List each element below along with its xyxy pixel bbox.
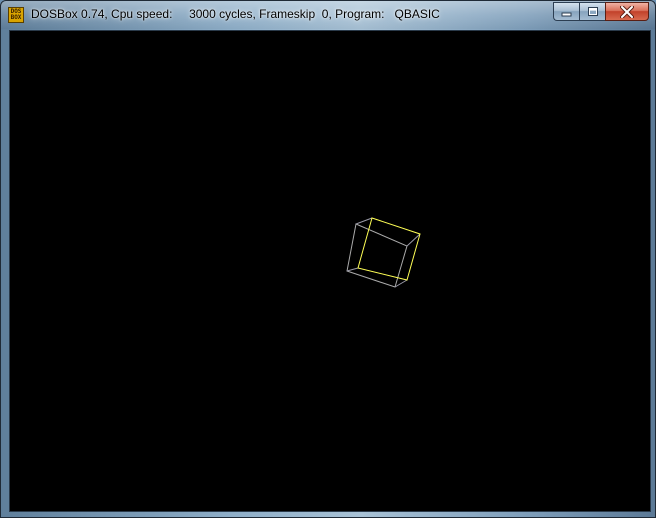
title-bar[interactable]: DOS BOX DOSBox 0.74, Cpu speed: 3000 cyc… bbox=[1, 1, 655, 29]
maximize-icon bbox=[587, 7, 598, 16]
cube-front-face bbox=[357, 217, 421, 281]
dos-screen[interactable] bbox=[9, 30, 651, 512]
minimize-icon bbox=[561, 12, 571, 16]
close-icon bbox=[620, 5, 634, 18]
app-icon-text-bottom: BOX bbox=[10, 14, 22, 21]
qbasic-graphics-canvas bbox=[346, 217, 421, 288]
window-title: DOSBox 0.74, Cpu speed: 3000 cycles, Fra… bbox=[31, 7, 440, 21]
maximize-button[interactable] bbox=[579, 2, 605, 21]
wireframe-cube bbox=[346, 217, 421, 288]
cube-edge bbox=[346, 267, 359, 272]
dosbox-app-icon[interactable]: DOS BOX bbox=[8, 7, 24, 23]
cube-edge bbox=[355, 217, 373, 225]
close-button[interactable] bbox=[605, 2, 649, 21]
dosbox-window: DOS BOX DOSBox 0.74, Cpu speed: 3000 cyc… bbox=[0, 0, 656, 518]
window-controls bbox=[553, 2, 649, 21]
minimize-button[interactable] bbox=[553, 2, 579, 21]
